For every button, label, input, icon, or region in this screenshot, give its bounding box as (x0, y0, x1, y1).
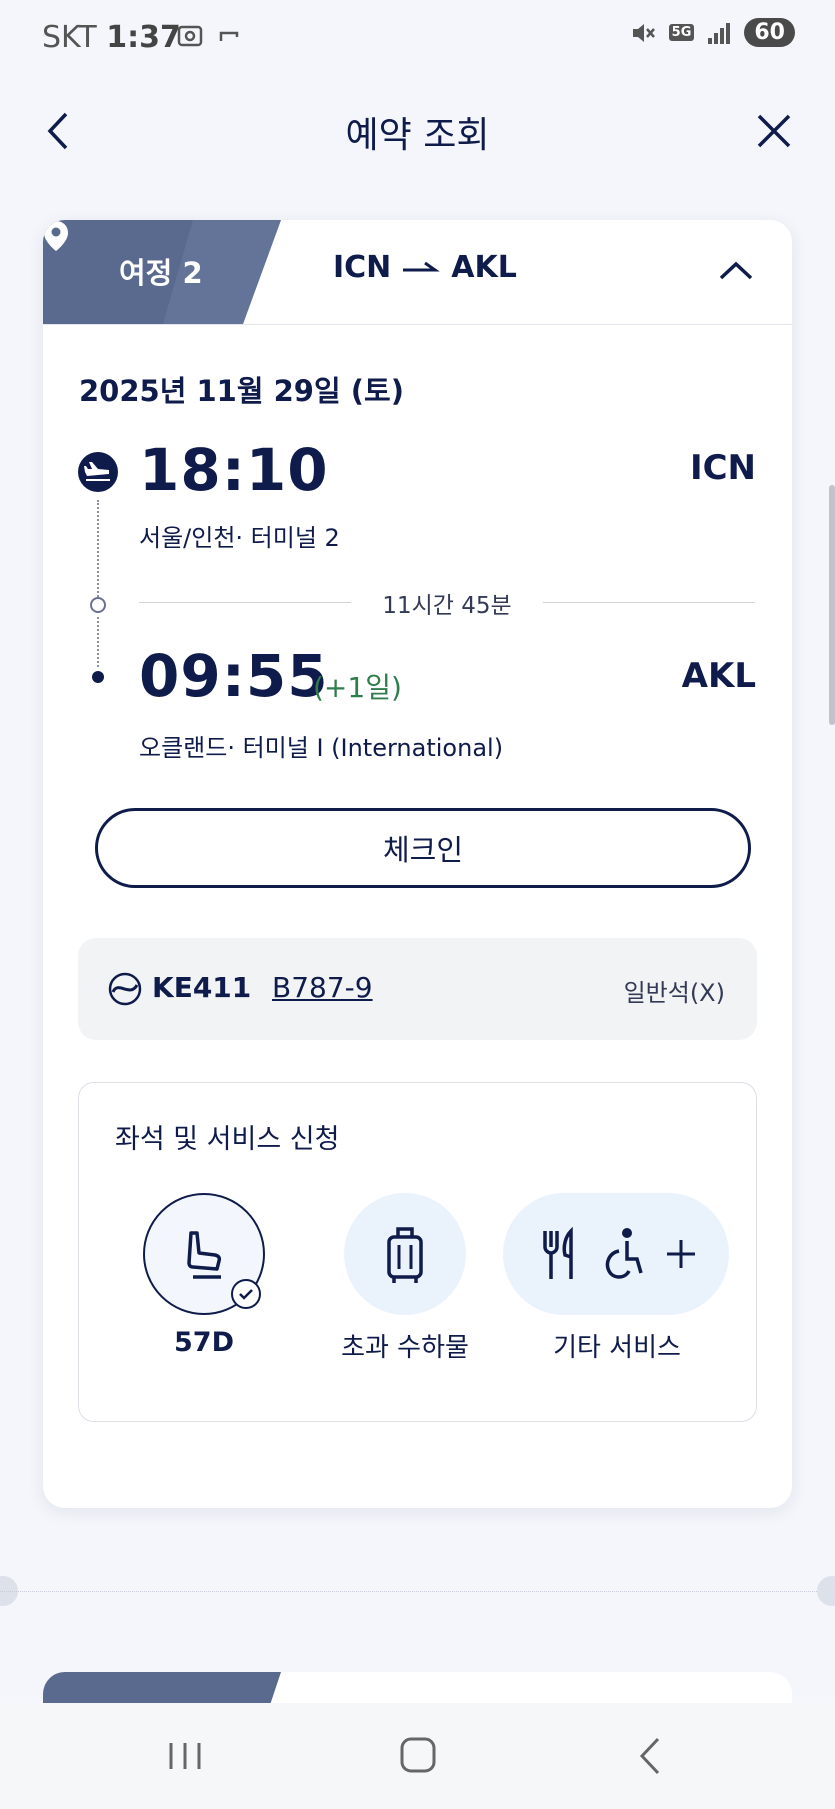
excess-baggage-button[interactable]: 초과 수하물 (341, 1193, 469, 1364)
status-bar: SKT 1:37 5G 60 (0, 0, 835, 78)
luggage-icon (387, 1227, 423, 1283)
flight-date: 2025년 11월 29일 (토) (79, 374, 404, 408)
status-time: 1:37 (106, 20, 181, 55)
arrival-airport-code: AKL (681, 656, 756, 696)
status-notification-icons (176, 22, 240, 50)
arrival-time: 09:55 (139, 642, 329, 710)
route-origin: ICN (333, 250, 392, 285)
departure-icon (78, 452, 118, 492)
scrollbar[interactable] (829, 485, 835, 725)
itinerary-card: 여정 2 ICN AKL 2025년 11월 29일 (토) 18:10 ICN… (43, 220, 792, 1508)
home-button[interactable] (388, 1731, 448, 1781)
duration-rule (139, 602, 351, 603)
seat-circle (143, 1193, 265, 1315)
other-services-label: 기타 서비스 (553, 1333, 681, 1363)
arrival-dot (92, 671, 104, 683)
check-icon (231, 1279, 261, 1309)
minus-box-icon (219, 31, 239, 41)
home-icon (400, 1737, 436, 1773)
cabin-class: 일반석(X) (623, 979, 725, 1007)
flight-duration: 11시간 45분 (382, 593, 512, 619)
battery-indicator: 60 (744, 18, 795, 47)
collapse-button[interactable] (716, 250, 756, 290)
segment-label: 여정 2 (119, 256, 203, 290)
baggage-circle (344, 1193, 466, 1315)
route-summary: ICN AKL (333, 250, 517, 285)
carrier-name: SKT (42, 20, 97, 55)
page-title: 예약 조회 (345, 115, 490, 156)
ticket-notch-right (817, 1576, 835, 1606)
seat-label: 57D (174, 1327, 234, 1358)
korean-air-logo-icon (108, 972, 142, 1006)
baggage-label: 초과 수하물 (341, 1333, 469, 1363)
services-box: 좌석 및 서비스 신청 57D 초과 수하물 기타 서비스 (78, 1082, 757, 1422)
back-icon (639, 1737, 660, 1775)
ticket-divider (0, 1591, 835, 1592)
segment-tag: 여정 2 (43, 220, 281, 324)
itinerary-card-header[interactable]: 여정 2 ICN AKL (43, 220, 792, 325)
flight-number: KE411 (152, 971, 252, 1004)
timeline-line (97, 617, 99, 667)
arrival-place: 오클랜드· 터미널 I (International) (139, 734, 504, 762)
close-button[interactable] (749, 106, 799, 156)
status-system-icons: 5G 60 (629, 18, 795, 47)
duration-rule (543, 602, 755, 603)
other-services-pill (503, 1193, 729, 1315)
route-destination: AKL (451, 250, 517, 285)
signal-icon (708, 22, 731, 44)
other-services-button[interactable]: 기타 서비스 (503, 1193, 731, 1364)
timeline-midpoint (90, 597, 106, 613)
close-icon (757, 114, 791, 148)
recent-apps-icon (169, 1743, 201, 1769)
system-back-button[interactable] (622, 1731, 682, 1781)
wheelchair-icon (605, 1228, 643, 1279)
aircraft-type-link[interactable]: B787-9 (272, 971, 373, 1004)
recent-apps-button[interactable] (155, 1731, 215, 1781)
network-badge: 5G (668, 24, 695, 41)
page-header: 예약 조회 (0, 78, 835, 188)
seat-selection-button[interactable]: 57D (143, 1193, 265, 1358)
departure-time: 18:10 (139, 436, 329, 504)
services-title: 좌석 및 서비스 신청 (115, 1124, 340, 1155)
departure-airport-code: ICN (689, 448, 756, 488)
airplane-arrow-icon (403, 261, 441, 271)
timeline-line (97, 500, 99, 600)
plus-icon (667, 1240, 695, 1268)
screenshot-icon (177, 25, 203, 47)
system-navigation-bar (0, 1703, 835, 1809)
chevron-up-icon (719, 261, 753, 280)
checkin-button[interactable]: 체크인 (95, 808, 751, 888)
mute-icon (632, 23, 655, 42)
status-carrier: SKT 1:37 (42, 20, 181, 55)
arrival-day-offset: (+1일) (313, 671, 402, 704)
meal-icon (543, 1226, 573, 1279)
departure-place: 서울/인천· 터미널 2 (139, 524, 340, 552)
location-pin-icon (44, 221, 68, 251)
flight-info-box: KE411 B787-9 일반석(X) (78, 938, 757, 1040)
